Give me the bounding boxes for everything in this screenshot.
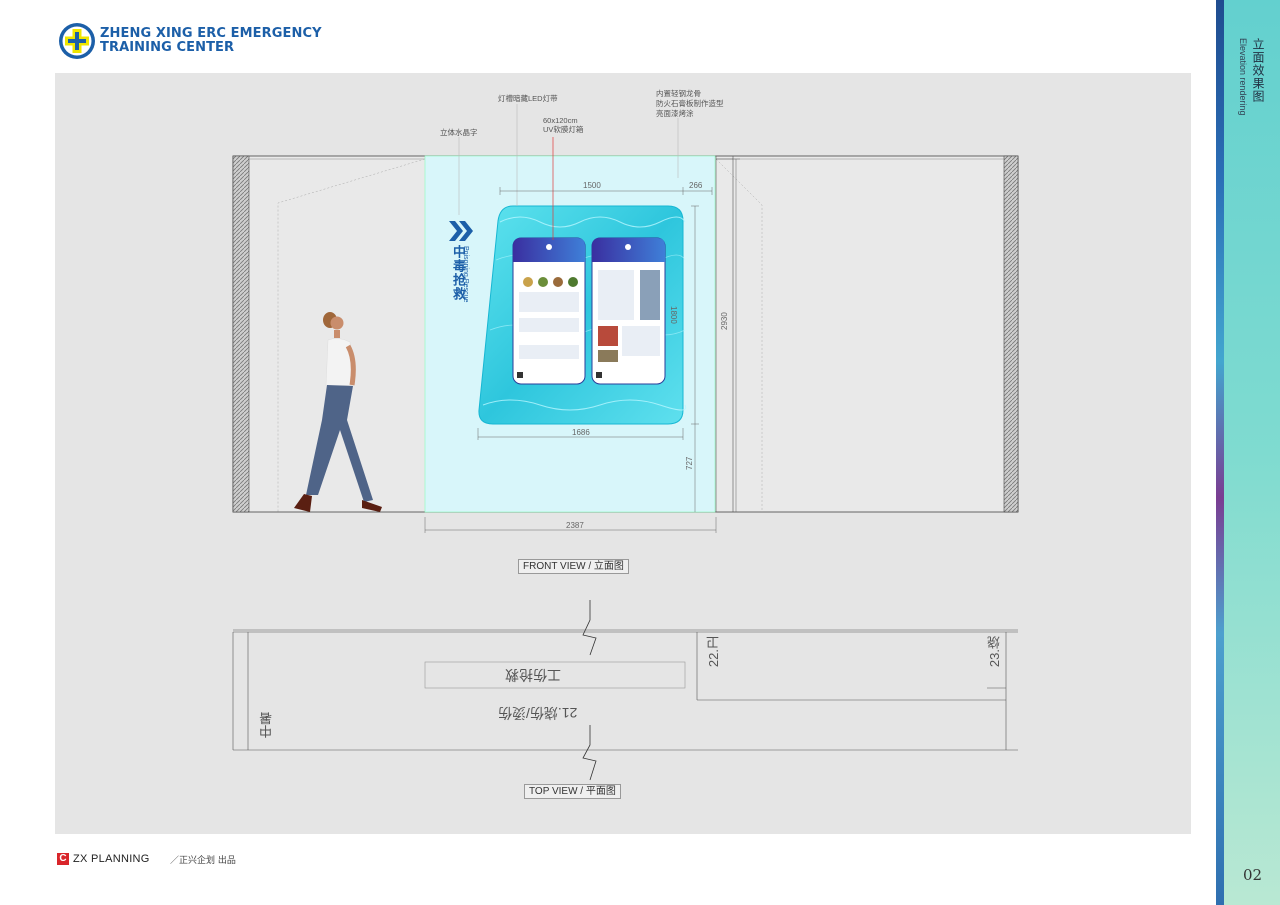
plan-label-22: 22.卫 [706,636,721,668]
right-wall-hatch [1003,155,1019,513]
sidebar-title-en: Elevation rendering [1238,38,1248,116]
page-number: 02 [1243,866,1263,884]
poster-left [512,237,586,385]
elevation-drawing [232,104,1019,781]
sidebar [1216,0,1280,905]
annotation-led-strip: 灯槽暗藏LED灯带 [498,94,558,103]
sidebar-gradient-strip [1216,0,1224,905]
dimension-1500: 1500 [583,181,601,190]
poster-right [591,237,666,385]
top-view-plan [232,629,1018,751]
dimension-727: 727 [685,456,694,470]
annotation-keel-1: 内置轻钢龙骨 [656,89,701,98]
dimension-266: 266 [689,181,703,190]
plan-label-21: 21.烧伤/烫伤 [498,705,578,721]
sign-title-en: Poisoning Rescue [462,246,469,303]
sidebar-title-cn: 立面效果图 [1251,38,1265,103]
annotation-lightbox-size: 60x120cm [543,116,578,125]
footer-brand: ZX PLANNING [73,853,150,865]
plan-label-heatstroke: 中暑 [259,712,274,738]
annotation-keel-2: 防火石膏板制作造型 [656,99,724,108]
dimension-1686: 1686 [572,428,590,437]
dimension-2387: 2387 [566,521,584,530]
annotation-crystal-text: 立体水晶字 [440,128,478,137]
dimension-2930: 2930 [720,312,729,330]
footer-logo-icon: C [57,853,69,865]
break-lines [582,600,597,781]
dimension-1800: 1800 [669,306,678,324]
footer-cn: ／正兴企划 出品 [170,856,236,866]
annotation-keel-3: 亮面漆烤涂 [656,109,694,118]
front-view-label: FRONT VIEW / 立面图 [518,559,629,574]
annotation-lightbox-name: UV软膜灯箱 [543,125,584,134]
plan-label-injury: 工伤抢救 [505,667,561,683]
plan-label-23: 23.烧 [987,636,1002,668]
top-view-label: TOP VIEW / 平面图 [524,784,621,799]
left-wall-hatch [232,155,250,513]
